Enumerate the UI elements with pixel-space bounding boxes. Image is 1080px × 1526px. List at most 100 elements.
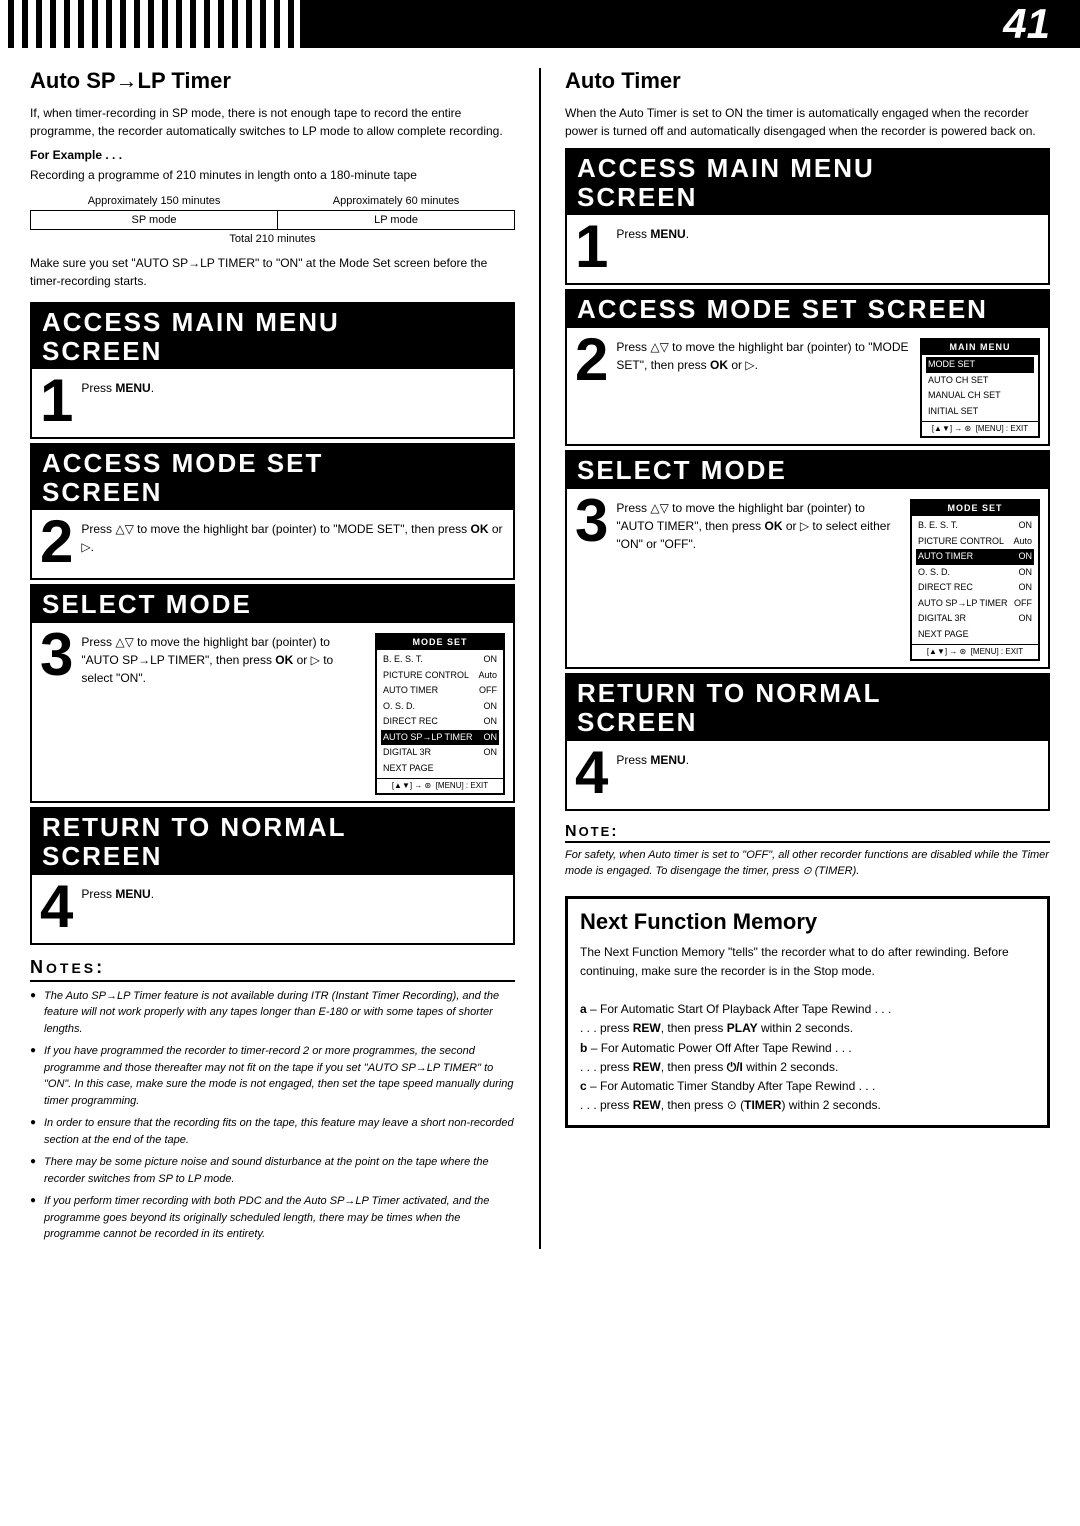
- screen-footer: [▲▼] → ⊛ [MENU] : EXIT: [377, 778, 503, 793]
- screen-item: O. S. D.ON: [381, 699, 499, 715]
- example-text: Recording a programme of 210 minutes in …: [30, 166, 515, 184]
- notes-list: The Auto SP→LP Timer feature is not avai…: [30, 988, 515, 1243]
- left-step-1: ACCESS MAIN MENUSCREEN 1 Press MENU.: [30, 302, 515, 439]
- screen-body: B. E. S. T.ON PICTURE CONTROLAuto AUTO T…: [912, 516, 1038, 644]
- note-item: If you perform timer recording with both…: [30, 1193, 515, 1243]
- screen-title: MODE SET: [377, 635, 503, 651]
- screen-item: AUTO SP→LP TIMEROFF: [916, 596, 1034, 612]
- right-step-2-content: Press △▽ to move the highlight bar (poin…: [616, 334, 1040, 439]
- screen-item-highlighted: AUTO SP→LP TIMERON: [381, 730, 499, 746]
- screen-footer: [▲▼] → ⊛ [MENU] : EXIT: [922, 421, 1038, 436]
- right-step-4-body: 4 Press MENU.: [567, 741, 1048, 809]
- left-step-3-header: SELECT MODE: [32, 586, 513, 623]
- right-step-2-title: ACCESS MODE SET SCREEN: [577, 295, 1038, 324]
- screen-item: INITIAL SET: [926, 404, 1034, 420]
- screen-body: MODE SET AUTO CH SET MANUAL CH SET INITI…: [922, 355, 1038, 421]
- col2-header: Approximately 60 minutes: [278, 192, 515, 211]
- right-section-desc: When the Auto Timer is set to ON the tim…: [565, 104, 1050, 140]
- notes-title: NOTES:: [30, 957, 515, 982]
- right-step-3-title: SELECT MODE: [577, 456, 1038, 485]
- next-function-desc: The Next Function Memory "tells" the rec…: [580, 943, 1035, 1116]
- left-step-4-header: RETURN TO NORMALSCREEN: [32, 809, 513, 874]
- right-step-2-header: ACCESS MODE SET SCREEN: [567, 291, 1048, 328]
- for-example-label: For Example . . .: [30, 148, 515, 162]
- right-step-3-screen: MODE SET B. E. S. T.ON PICTURE CONTROLAu…: [910, 499, 1040, 662]
- right-step-4-content: Press MENU.: [616, 747, 1040, 769]
- right-step-4: RETURN TO NORMALSCREEN 4 Press MENU.: [565, 673, 1050, 810]
- left-step-4-number: 4: [40, 877, 73, 937]
- item-a-text: – For Automatic Start Of Playback After …: [590, 1002, 891, 1016]
- left-step-4-body: 4 Press MENU.: [32, 875, 513, 943]
- item-c-sub: . . . press REW, then press ⊙ (TIMER) wi…: [580, 1098, 881, 1112]
- example-table: Approximately 150 minutes Approximately …: [30, 192, 515, 248]
- item-b-text: – For Automatic Power Off After Tape Rew…: [591, 1041, 852, 1055]
- right-step-4-number: 4: [575, 743, 608, 803]
- left-step-2-body: 2 Press △▽ to move the highlight bar (po…: [32, 510, 513, 578]
- right-step-1-header: ACCESS MAIN MENUSCREEN: [567, 150, 1048, 215]
- left-step-3-body: 3 Press △▽ to move the highlight bar (po…: [32, 623, 513, 802]
- screen-title: MAIN MENU: [922, 340, 1038, 356]
- right-step-4-header: RETURN TO NORMALSCREEN: [567, 675, 1048, 740]
- screen-item: PICTURE CONTROLAuto: [916, 534, 1034, 550]
- next-function-main-text: The Next Function Memory "tells" the rec…: [580, 945, 1009, 978]
- left-step-4-title: RETURN TO NORMALSCREEN: [42, 813, 503, 870]
- page-header: 41: [0, 0, 1080, 48]
- item-a-sub: . . . press REW, then press PLAY within …: [580, 1021, 853, 1035]
- left-step-3: SELECT MODE 3 Press △▽ to move the highl…: [30, 584, 515, 803]
- note-title: NOTE:: [565, 823, 1050, 843]
- right-step-4-title: RETURN TO NORMALSCREEN: [577, 679, 1038, 736]
- right-step-3: SELECT MODE 3 Press △▽ to move the highl…: [565, 450, 1050, 669]
- screen-item-highlighted: MODE SET: [926, 357, 1034, 373]
- left-step-2-content: Press △▽ to move the highlight bar (poin…: [81, 516, 505, 556]
- left-step-1-header: ACCESS MAIN MENUSCREEN: [32, 304, 513, 369]
- left-step-2-header: ACCESS MODE SETSCREEN: [32, 445, 513, 510]
- right-column: Auto Timer When the Auto Timer is set to…: [565, 68, 1050, 1249]
- header-stripes: [0, 0, 300, 48]
- right-step-2-screen: MAIN MENU MODE SET AUTO CH SET MANUAL CH…: [920, 338, 1040, 439]
- item-b-sub: . . . press REW, then press ⏻/I within 2…: [580, 1060, 838, 1074]
- left-step-3-number: 3: [40, 625, 73, 685]
- screen-item: DIGITAL 3RON: [381, 745, 499, 761]
- left-step-3-title: SELECT MODE: [42, 590, 503, 619]
- note-item: There may be some picture noise and soun…: [30, 1154, 515, 1187]
- right-section-title: Auto Timer: [565, 68, 1050, 94]
- screen-item: NEXT PAGE: [381, 761, 499, 777]
- next-function-memory: Next Function Memory The Next Function M…: [565, 896, 1050, 1129]
- item-c-text: – For Automatic Timer Standby After Tape…: [590, 1079, 875, 1093]
- left-step-2-number: 2: [40, 512, 73, 572]
- right-step-1-title: ACCESS MAIN MENUSCREEN: [577, 154, 1038, 211]
- left-step-1-number: 1: [40, 371, 73, 431]
- screen-title: MODE SET: [912, 501, 1038, 517]
- note-item: If you have programmed the recorder to t…: [30, 1043, 515, 1109]
- left-step-2: ACCESS MODE SETSCREEN 2 Press △▽ to move…: [30, 443, 515, 580]
- right-step-2-number: 2: [575, 330, 608, 390]
- page-number: 41: [1003, 3, 1050, 45]
- item-c-label: c: [580, 1079, 587, 1093]
- item-b-label: b: [580, 1041, 587, 1055]
- right-step-1-number: 1: [575, 217, 608, 277]
- screen-item: DIRECT RECON: [916, 580, 1034, 596]
- note-item: The Auto SP→LP Timer feature is not avai…: [30, 988, 515, 1038]
- screen-item: AUTO CH SET: [926, 373, 1034, 389]
- left-section-desc: If, when timer-recording in SP mode, the…: [30, 104, 515, 140]
- screen-item-highlighted: AUTO TIMERON: [916, 549, 1034, 565]
- left-column: Auto SP→LP Timer If, when timer-recordin…: [30, 68, 515, 1249]
- screen-item: O. S. D.ON: [916, 565, 1034, 581]
- right-step-1-content: Press MENU.: [616, 221, 1040, 243]
- col2-mode: LP mode: [278, 211, 515, 230]
- left-step-3-screen: MODE SET B. E. S. T.ON PICTURE CONTROLAu…: [375, 633, 505, 796]
- make-sure-text: Make sure you set "AUTO SP→LP TIMER" to …: [30, 254, 515, 290]
- left-step-1-body: 1 Press MENU.: [32, 369, 513, 437]
- screen-item: B. E. S. T.ON: [916, 518, 1034, 534]
- left-step-1-title: ACCESS MAIN MENUSCREEN: [42, 308, 503, 365]
- screen-body: B. E. S. T.ON PICTURE CONTROLAuto AUTO T…: [377, 650, 503, 778]
- screen-item: DIRECT RECON: [381, 714, 499, 730]
- right-step-3-header: SELECT MODE: [567, 452, 1048, 489]
- note-item: In order to ensure that the recording fi…: [30, 1115, 515, 1148]
- screen-item: MANUAL CH SET: [926, 388, 1034, 404]
- right-step-3-content: Press △▽ to move the highlight bar (poin…: [616, 495, 1040, 662]
- next-function-title: Next Function Memory: [580, 909, 1035, 935]
- left-step-2-title: ACCESS MODE SETSCREEN: [42, 449, 503, 506]
- left-step-3-content: Press △▽ to move the highlight bar (poin…: [81, 629, 505, 796]
- total-label: Total 210 minutes: [31, 230, 515, 249]
